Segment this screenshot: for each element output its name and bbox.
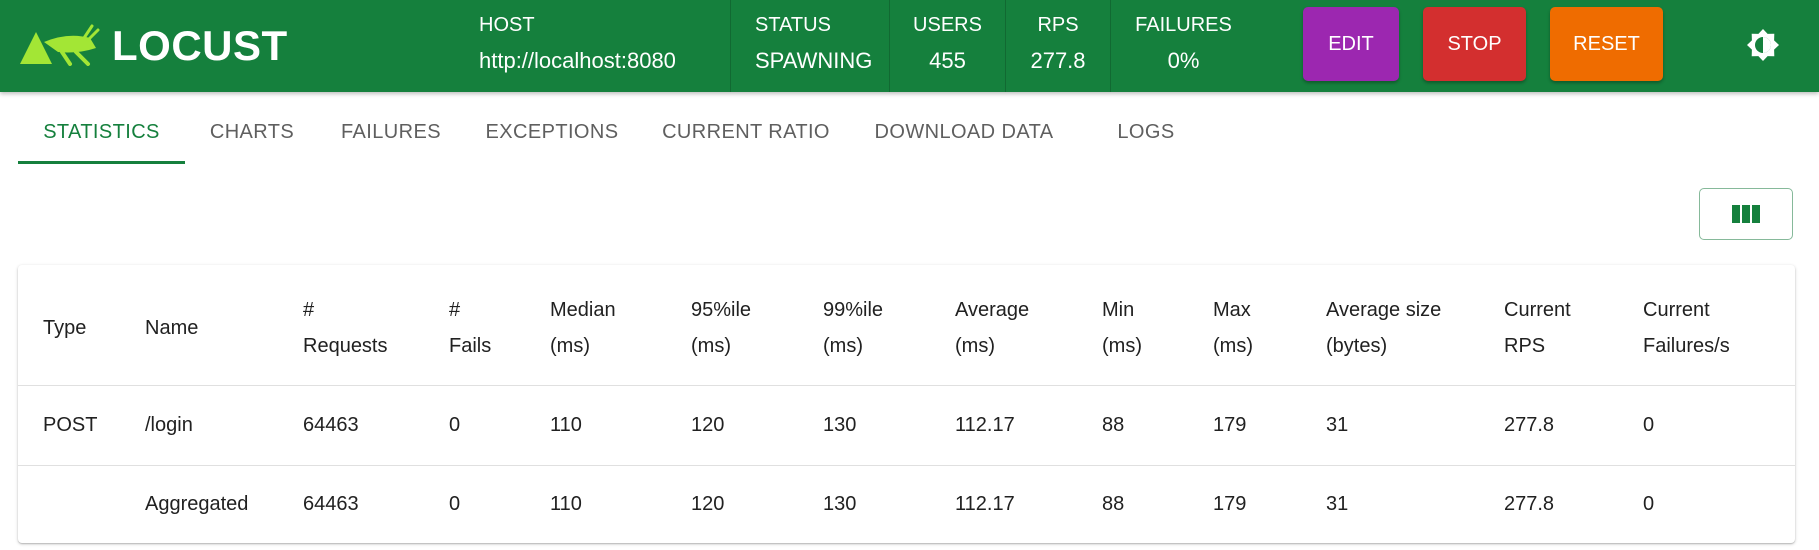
column-header-text: 95%ile <box>691 299 752 321</box>
column-header-text: # <box>449 299 461 321</box>
column-header-text: Fails <box>449 335 492 357</box>
table-cell: 0 <box>1643 414 1655 436</box>
failures-stat: FAILURES 0% <box>1111 0 1256 92</box>
column-header[interactable]: 99%ile (ms) <box>823 292 883 364</box>
column-header[interactable]: Name <box>145 310 198 346</box>
host-value: http://localhost:8080 <box>479 48 676 73</box>
column-header[interactable]: Type <box>43 310 86 346</box>
tab-exceptions[interactable]: EXCEPTIONS <box>470 100 634 164</box>
table-cell: 64463 <box>303 414 359 436</box>
edit-button[interactable]: EDIT <box>1303 7 1399 81</box>
column-header-text: (ms) <box>550 335 590 357</box>
host-label: HOST <box>479 14 535 36</box>
column-header[interactable]: # Fails <box>449 292 491 364</box>
column-header-text: Type <box>43 317 87 339</box>
table-cell: 110 <box>550 414 582 436</box>
active-tab-indicator <box>18 161 185 164</box>
column-header-text: Current <box>1504 299 1571 321</box>
users-value: 455 <box>929 48 966 73</box>
table-cell: 110 <box>550 493 582 515</box>
column-header-text: RPS <box>1504 335 1546 357</box>
column-header-text: Min <box>1102 299 1135 321</box>
column-header-text: (bytes) <box>1326 335 1388 357</box>
users-stat: USERS 455 <box>890 0 1006 92</box>
column-header-text: Name <box>145 317 199 339</box>
column-header[interactable]: Min (ms) <box>1102 292 1142 364</box>
table-header-row: Type Name # Requests # Fails Median (ms) 95%ile (… <box>18 265 1795 386</box>
column-header[interactable]: Current Failures/s <box>1643 292 1730 364</box>
brightness-icon[interactable] <box>1746 28 1780 62</box>
column-header[interactable]: Average size (bytes) <box>1326 292 1441 364</box>
table-cell: 277.8 <box>1504 493 1555 515</box>
brand-name: LOCUST <box>112 22 288 69</box>
column-header-text: (ms) <box>955 335 995 357</box>
tab-logs[interactable]: LOGS <box>1105 100 1187 164</box>
column-header-text: Average size <box>1326 299 1442 321</box>
tab-current-ratio[interactable]: CURRENT RATIO <box>645 100 847 164</box>
locust-logo-icon <box>20 24 100 66</box>
status-label: STATUS <box>755 14 831 36</box>
rps-stat: RPS 277.8 <box>1006 0 1111 92</box>
tab-statistics[interactable]: STATISTICS <box>18 100 185 164</box>
column-header[interactable]: Max (ms) <box>1213 292 1253 364</box>
column-toggle-button[interactable] <box>1699 188 1793 240</box>
users-label: USERS <box>913 14 982 36</box>
column-header[interactable]: 95%ile (ms) <box>691 292 751 364</box>
failures-label: FAILURES <box>1135 14 1232 36</box>
column-header[interactable]: Current RPS <box>1504 292 1571 364</box>
column-header-text: (ms) <box>691 335 731 357</box>
table-cell: /login <box>145 414 193 436</box>
column-header-text: (ms) <box>1213 335 1253 357</box>
table-cell: 120 <box>691 414 725 436</box>
table-row: POST/login 64463 0 110 120 130 112.17 88 179 31 27… <box>18 386 1795 466</box>
table-cell: 31 <box>1326 493 1349 515</box>
column-header-text: (ms) <box>823 335 863 357</box>
table-cell: 179 <box>1213 414 1247 436</box>
table-cell: POST <box>43 414 98 436</box>
tab-failures[interactable]: FAILURES <box>323 100 459 164</box>
table-cell: 130 <box>823 414 857 436</box>
status-value: SPAWNING <box>755 48 873 73</box>
tab-charts[interactable]: CHARTS <box>190 100 314 164</box>
failures-value: 0% <box>1167 48 1200 73</box>
table-cell: 0 <box>1643 493 1655 515</box>
column-header-text: Requests <box>303 335 388 357</box>
view-column-icon <box>1732 205 1760 223</box>
table-cell: 64463 <box>303 493 359 515</box>
column-header[interactable]: Median (ms) <box>550 292 616 364</box>
column-header[interactable]: Average (ms) <box>955 292 1029 364</box>
table-cell: 88 <box>1102 414 1125 436</box>
table-cell: 88 <box>1102 493 1125 515</box>
column-header-text: Failures/s <box>1643 335 1730 357</box>
table-cell: 112.17 <box>955 493 1015 515</box>
host-stat: HOST http://localhost:8080 <box>455 0 731 92</box>
column-header-text: 99%ile <box>823 299 884 321</box>
table-cell: 112.17 <box>955 414 1015 436</box>
column-header-text: Max <box>1213 299 1251 321</box>
table-cell: Aggregated <box>145 493 249 515</box>
status-stat: STATUS SPAWNING <box>731 0 890 92</box>
statistics-table: Type Name # Requests # Fails Median (ms) 95%ile (… <box>18 265 1795 543</box>
rps-label: RPS <box>1037 14 1079 36</box>
table-cell: 179 <box>1213 493 1247 515</box>
column-header-text: (ms) <box>1102 335 1142 357</box>
table-cell: 277.8 <box>1504 414 1555 436</box>
table-cell: 130 <box>823 493 857 515</box>
column-header-text: Average <box>955 299 1030 321</box>
table-cell: 0 <box>449 493 461 515</box>
column-header-text: # <box>303 299 315 321</box>
top-bar: LOCUST HOST http://localhost:8080 STATUS… <box>0 0 1819 92</box>
rps-value: 277.8 <box>1030 48 1086 73</box>
reset-button[interactable]: RESET <box>1550 7 1663 81</box>
column-header-text: Current <box>1643 299 1710 321</box>
stop-button[interactable]: STOP <box>1423 7 1526 81</box>
table-cell: 120 <box>691 493 725 515</box>
table-row-aggregated: Aggregated 64463 0 110 120 130 112.17 88 179 31 27… <box>18 465 1795 543</box>
table-cell: 31 <box>1326 414 1349 436</box>
table-cell: 0 <box>449 414 461 436</box>
column-header-text: Median <box>550 299 616 321</box>
tab-download-data[interactable]: DOWNLOAD DATA <box>858 100 1070 164</box>
column-header[interactable]: # Requests <box>303 292 388 364</box>
